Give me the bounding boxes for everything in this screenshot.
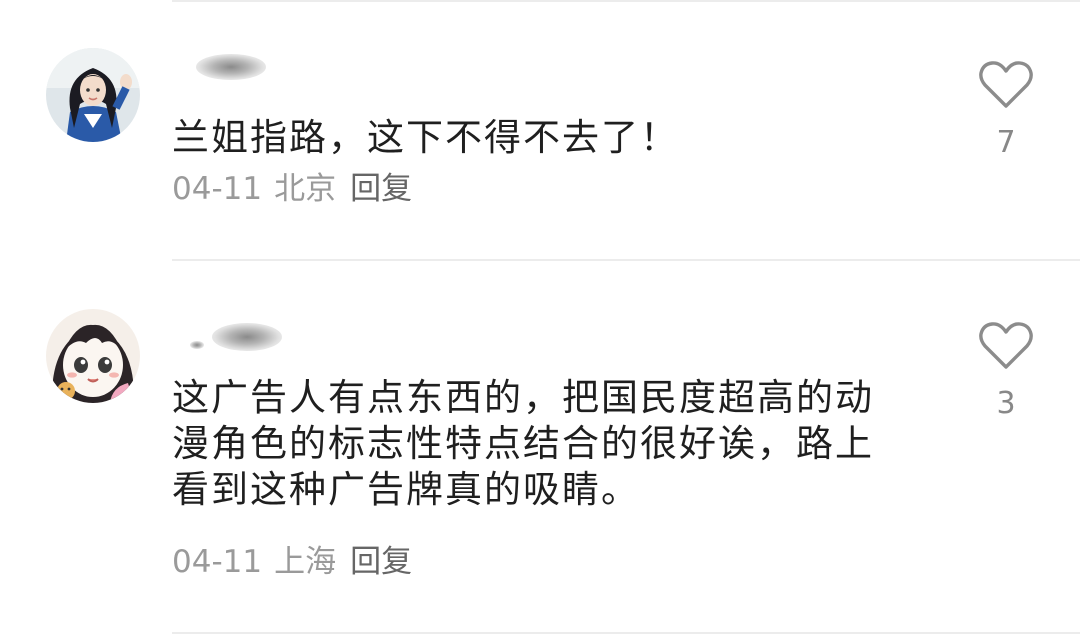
comment-date: 04-11 <box>172 171 263 207</box>
username-blurred[interactable] <box>190 46 270 86</box>
comment-meta: 04-11 上海 回复 <box>172 544 412 580</box>
blurred-name <box>212 323 282 351</box>
heart-outline-icon <box>979 322 1033 369</box>
divider <box>172 632 1080 634</box>
avatar[interactable] <box>46 309 140 403</box>
reply-button[interactable]: 回复 <box>350 171 412 207</box>
like-count: 3 <box>996 386 1016 421</box>
comment-text: 兰姐指路，这下不得不去了！ <box>172 116 679 159</box>
comment-text: 这广告人有点东西的，把国民度超高的动漫角色的标志性特点结合的很好诶，路上看到这种… <box>172 376 874 511</box>
reply-button[interactable]: 回复 <box>350 544 412 580</box>
comment-item: 兰姐指路，这下不得不去了！ 04-11 北京 回复 7 <box>0 0 1080 260</box>
like-button[interactable]: 7 <box>974 60 1038 160</box>
heart-outline-icon <box>979 61 1033 108</box>
comment-date: 04-11 <box>172 544 263 580</box>
like-button[interactable]: 3 <box>974 321 1038 421</box>
comment-location: 上海 <box>274 544 337 580</box>
username-blurred[interactable] <box>190 313 282 353</box>
blurred-name <box>196 54 266 80</box>
avatar-image <box>46 309 140 403</box>
comment-meta: 04-11 北京 回复 <box>172 171 412 207</box>
like-count: 7 <box>996 125 1016 160</box>
comment-item: 这广告人有点东西的，把国民度超高的动漫角色的标志性特点结合的很好诶，路上看到这种… <box>0 261 1080 636</box>
avatar[interactable] <box>46 48 140 142</box>
avatar-image <box>46 48 140 142</box>
comment-list: 兰姐指路，这下不得不去了！ 04-11 北京 回复 7 这广告人有点东西的，把国… <box>0 0 1080 641</box>
blurred-name-dot <box>190 341 204 349</box>
comment-location: 北京 <box>274 171 337 207</box>
